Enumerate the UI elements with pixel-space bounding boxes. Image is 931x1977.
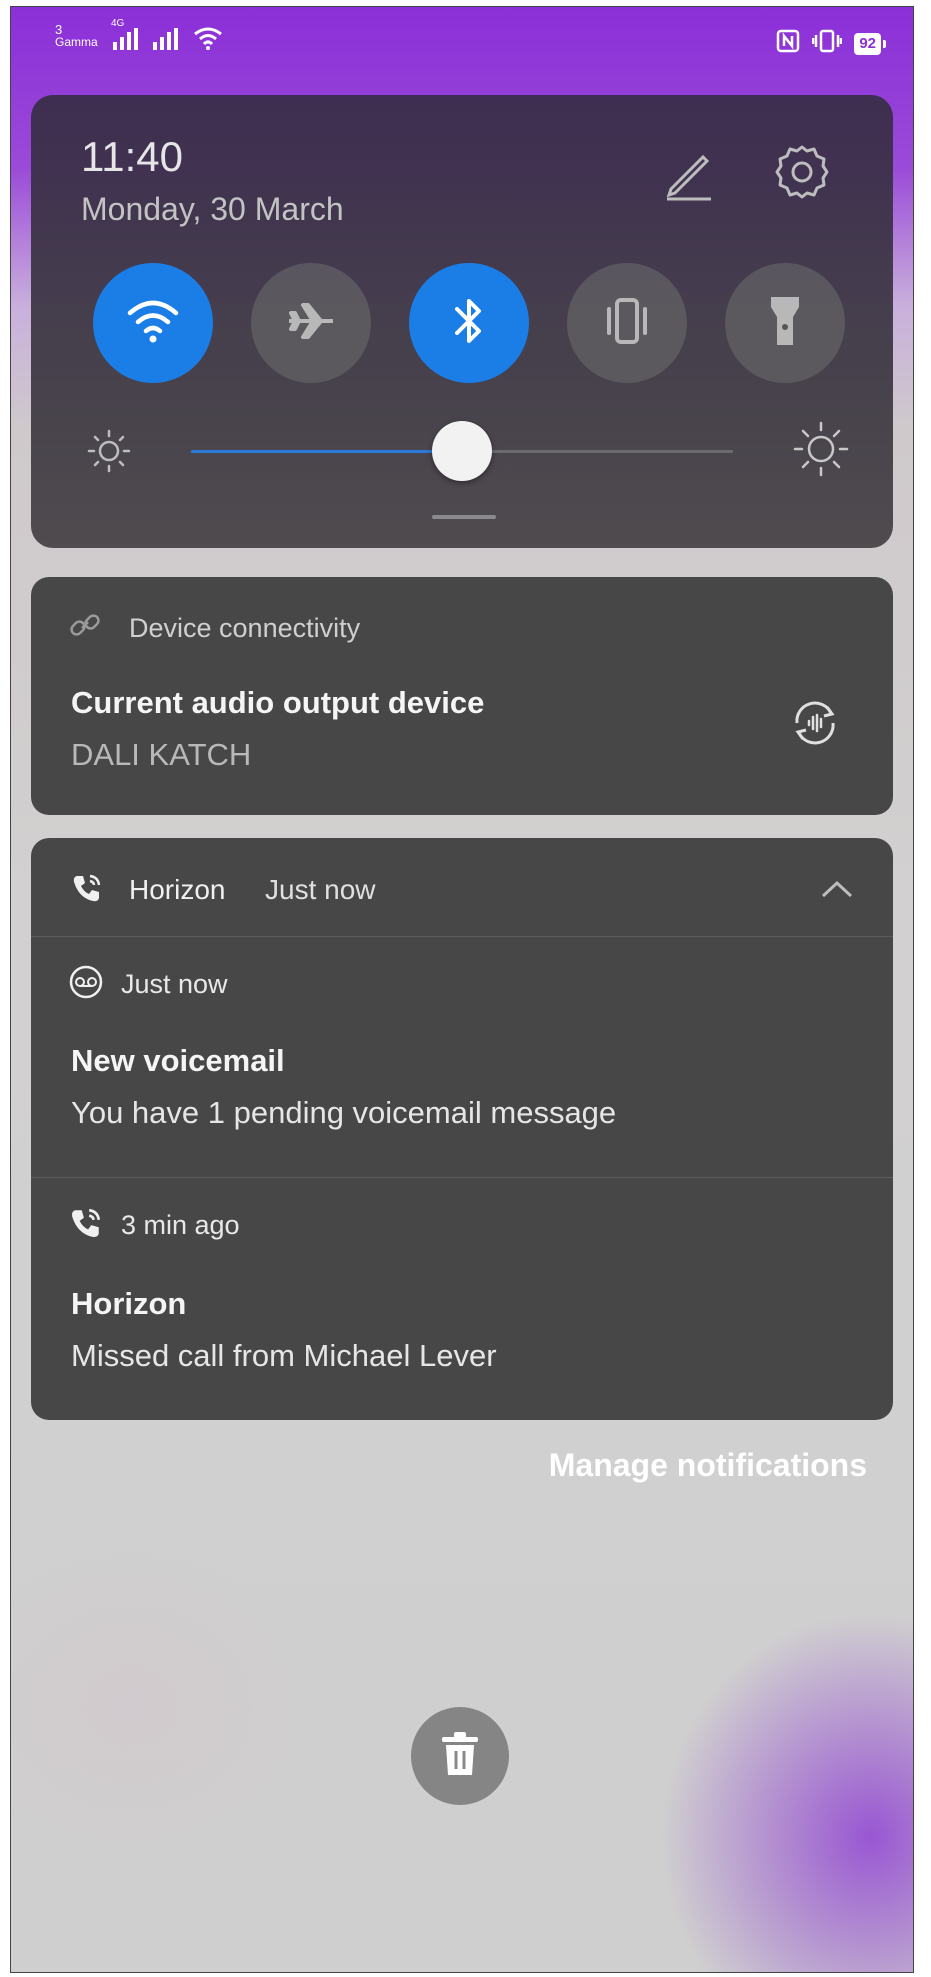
phone-icon <box>71 872 103 909</box>
toggle-wifi[interactable] <box>93 263 213 383</box>
flashlight-icon <box>767 293 803 354</box>
app-name: Horizon <box>129 874 226 905</box>
carrier-label: 3 Gamma <box>55 23 98 49</box>
switch-audio-output-icon[interactable] <box>787 695 843 751</box>
brightness-slider-fill <box>191 450 462 453</box>
network-type: 4G <box>111 18 125 29</box>
collapse-chevron-icon[interactable] <box>819 878 855 905</box>
toggle-bluetooth[interactable] <box>409 263 529 383</box>
wifi-icon <box>193 26 223 55</box>
vibrate-icon <box>600 296 654 351</box>
link-icon <box>69 609 101 646</box>
brightness-low-icon <box>85 427 133 475</box>
signal-icon <box>153 28 179 55</box>
group-time: Just now <box>265 874 376 905</box>
card-header-label: Device connectivity <box>129 613 361 643</box>
edit-icon[interactable] <box>659 143 719 203</box>
toggle-vibrate[interactable] <box>567 263 687 383</box>
toggle-airplane[interactable] <box>251 263 371 383</box>
brightness-slider-thumb[interactable] <box>432 421 492 481</box>
brightness-high-icon <box>793 421 849 477</box>
notification-time: Just now <box>121 969 228 999</box>
notification-item[interactable]: Just now New voicemail You have 1 pendin… <box>31 937 893 1178</box>
battery-icon: 92 <box>854 32 886 55</box>
voicemail-icon <box>69 965 103 1004</box>
quick-settings-panel: 11:40 Monday, 30 March <box>31 95 893 548</box>
clear-all-button[interactable] <box>411 1707 509 1805</box>
bluetooth-icon <box>449 295 489 352</box>
audio-device-name: DALI KATCH <box>71 737 252 772</box>
notification-body: You have 1 pending voicemail message <box>71 1095 617 1130</box>
manage-notifications-link[interactable]: Manage notifications <box>549 1447 867 1484</box>
notification-item[interactable]: 3 min ago Horizon Missed call from Micha… <box>31 1178 893 1420</box>
notification-shade: 3 Gamma 4G 92 11:40 Monday, 30 March Dev… <box>10 6 914 1973</box>
group-header[interactable]: Horizon Just now <box>31 838 893 937</box>
notification-title: New voicemail <box>71 1043 285 1078</box>
nfc-icon <box>776 29 800 58</box>
device-connectivity-card[interactable]: Device connectivity Current audio output… <box>31 577 893 815</box>
clock: 11:40 <box>81 133 183 180</box>
trash-icon <box>440 1731 480 1782</box>
panel-drag-handle[interactable] <box>432 515 496 519</box>
notification-time: 3 min ago <box>121 1210 240 1240</box>
carrier-name: Gamma <box>55 35 98 49</box>
missed-call-icon <box>69 1206 103 1245</box>
status-bar: 3 Gamma 4G 92 <box>11 7 913 67</box>
brightness-slider[interactable] <box>191 421 733 481</box>
battery-level: 92 <box>859 34 876 52</box>
date: Monday, 30 March <box>81 191 344 227</box>
wifi-icon <box>127 299 179 348</box>
airplane-icon <box>285 295 337 352</box>
toggle-flashlight[interactable] <box>725 263 845 383</box>
horizon-notification-group[interactable]: Horizon Just now Just now New voicemail … <box>31 838 893 1420</box>
notification-body: Missed call from Michael Lever <box>71 1338 497 1373</box>
gear-icon[interactable] <box>771 141 833 203</box>
notification-title: Horizon <box>71 1286 187 1321</box>
vibrate-icon <box>812 29 843 58</box>
signal-icon: 4G <box>111 18 139 55</box>
card-title: Current audio output device <box>71 685 485 720</box>
